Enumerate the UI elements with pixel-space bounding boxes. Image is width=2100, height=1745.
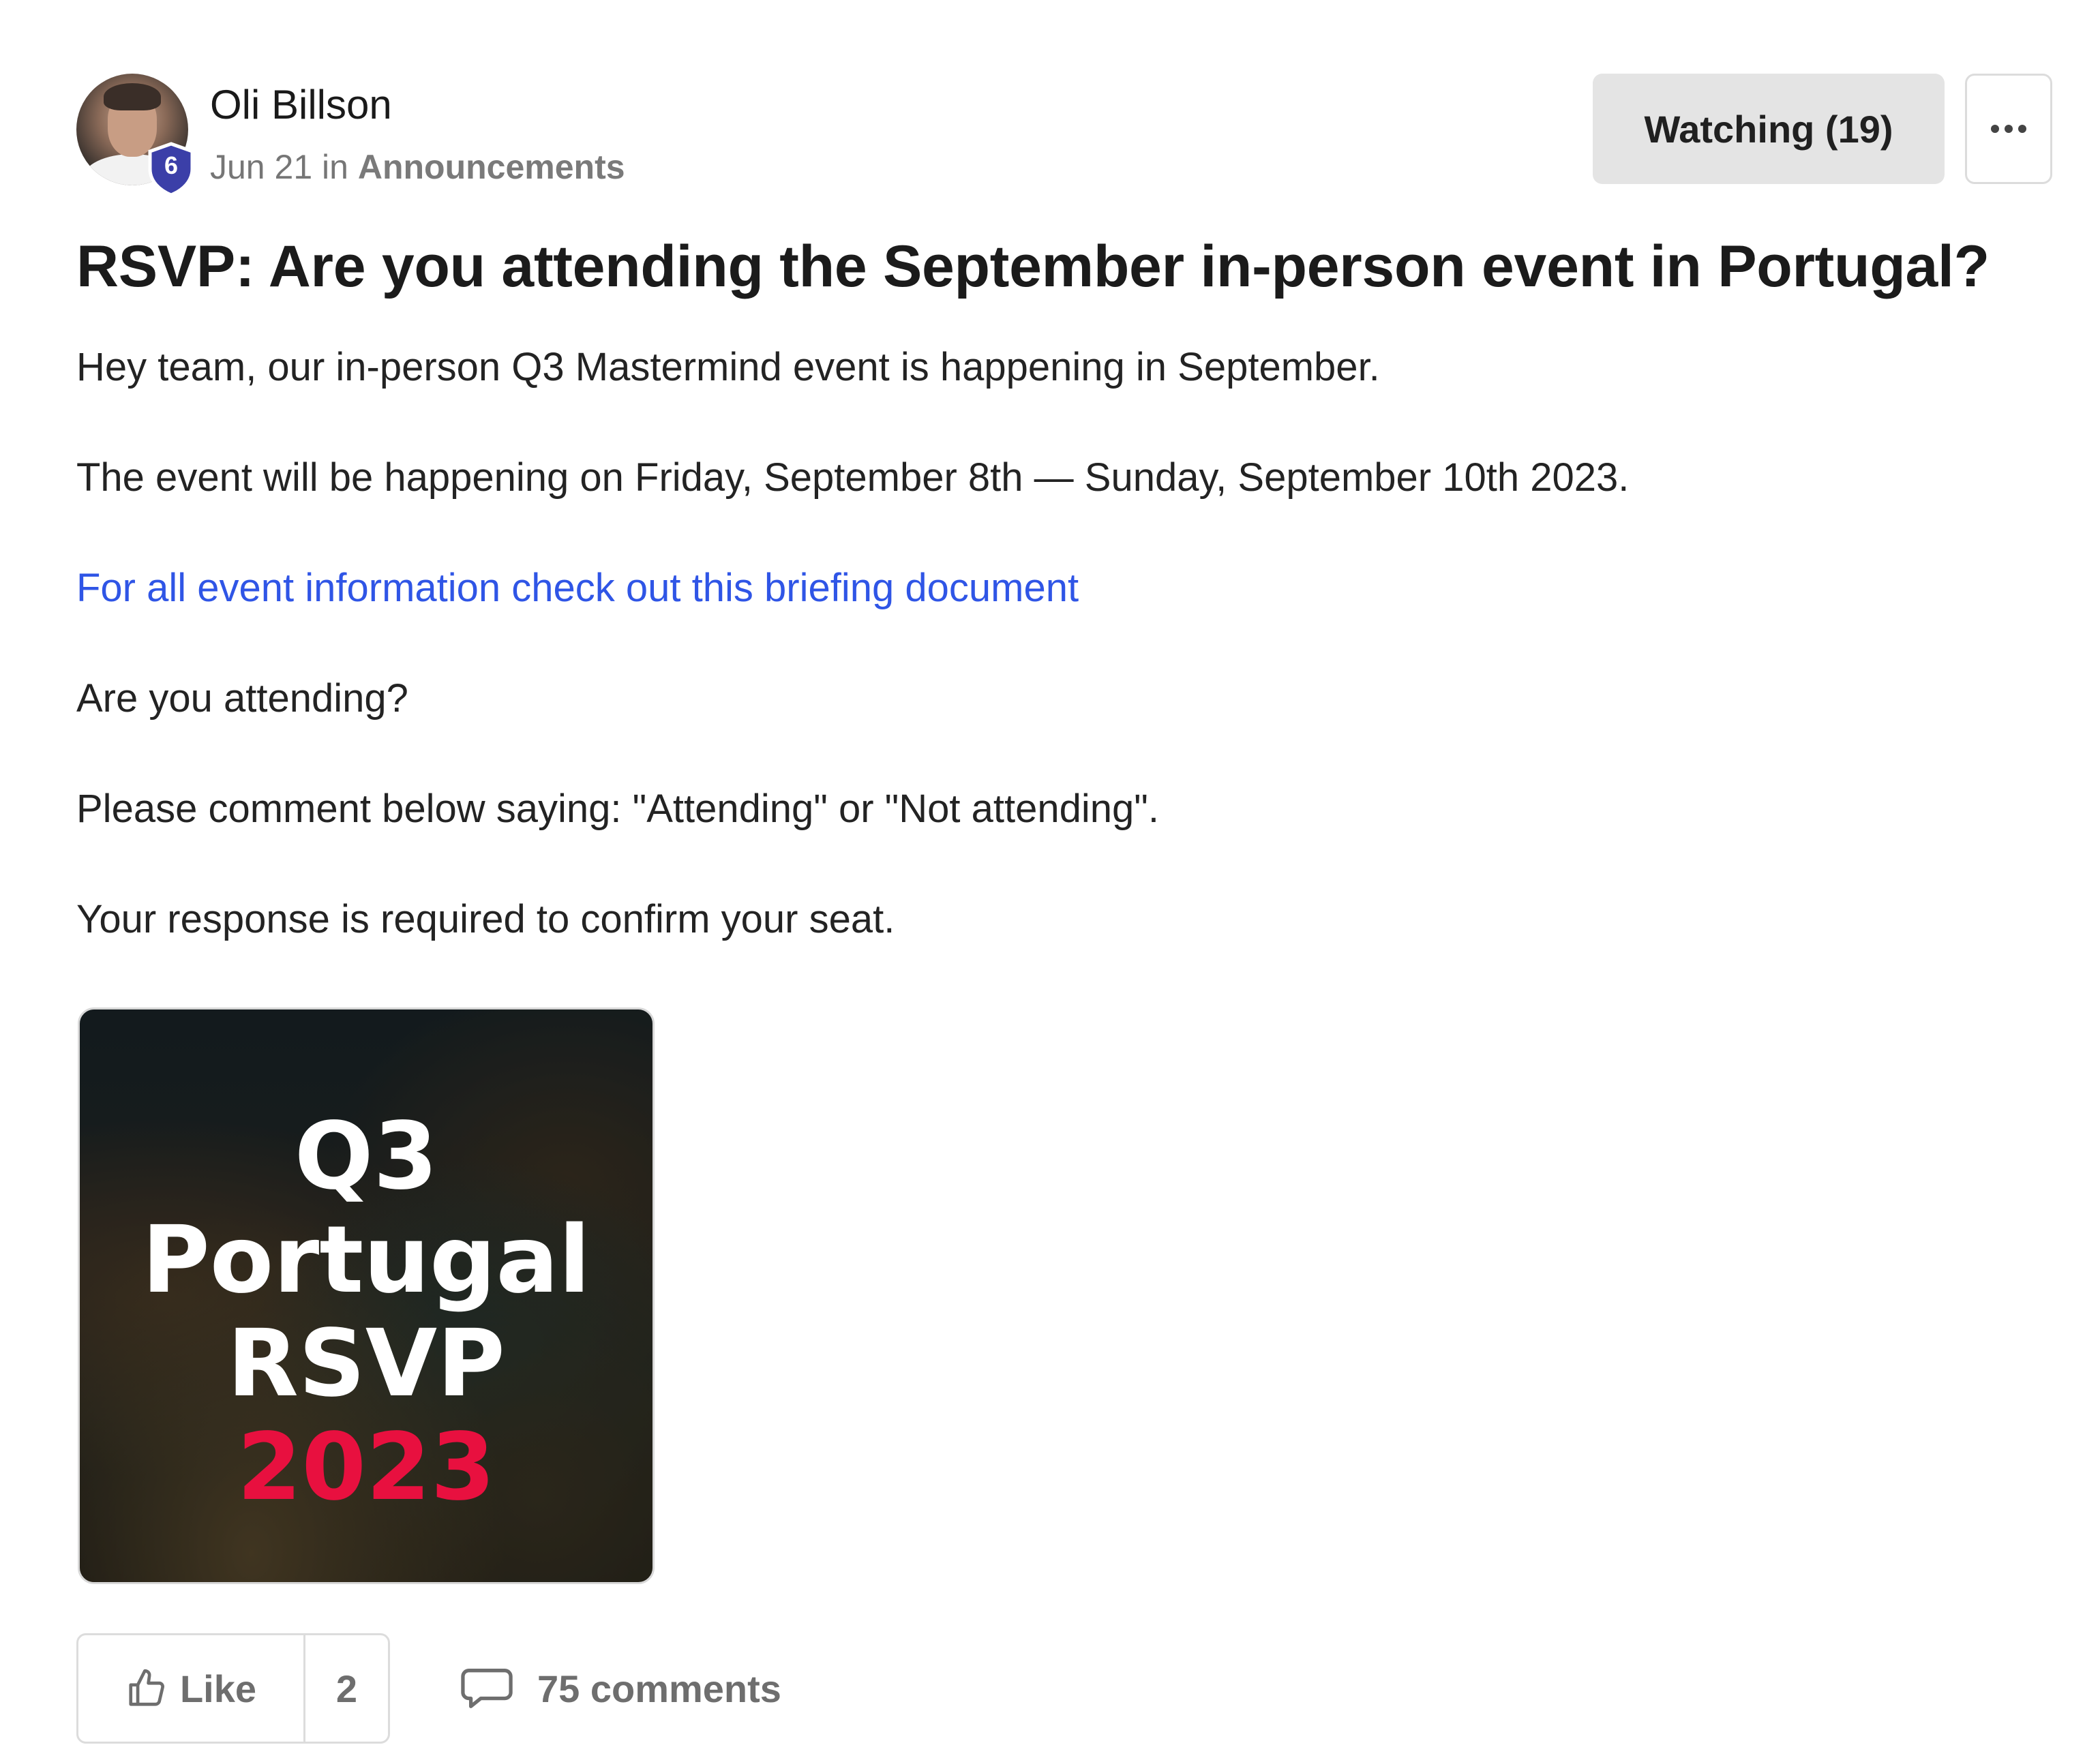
post-header: 6 Oli Billson Jun 21 in Announcements Wa… <box>76 74 2054 196</box>
post-body: Hey team, our in-person Q3 Mastermind ev… <box>76 348 1629 1010</box>
more-options-button[interactable] <box>1965 74 2052 184</box>
author-name[interactable]: Oli Billson <box>210 85 392 125</box>
comments-count: 75 comments <box>537 1667 781 1710</box>
like-button[interactable]: Like <box>78 1635 305 1742</box>
image-text-year: 2023 <box>237 1414 496 1521</box>
post-title: RSVP: Are you attending the September in… <box>76 234 1990 299</box>
body-link-paragraph: For all event information check out this… <box>76 568 1629 679</box>
image-text-rsvp: RSVP <box>227 1310 505 1418</box>
image-text-portugal: Portugal <box>142 1207 590 1314</box>
watching-button[interactable]: Watching (19) <box>1593 74 1945 184</box>
post-date: Jun 21 <box>210 148 313 186</box>
speech-bubble-icon <box>461 1669 513 1708</box>
body-paragraph: Are you attending? <box>76 676 408 720</box>
like-group: Like 2 <box>76 1633 390 1744</box>
body-paragraph: Hey team, our in-person Q3 Mastermind ev… <box>76 345 1380 389</box>
post-meta: Jun 21 in Announcements <box>210 150 625 184</box>
body-paragraph: Please comment below saying: "Attending"… <box>76 787 1160 831</box>
body-paragraph: Your response is required to confirm you… <box>76 897 895 941</box>
ellipsis-icon <box>1991 125 2026 133</box>
meta-in-word: in <box>322 148 348 186</box>
thumbs-up-icon <box>129 1669 164 1706</box>
level-number: 6 <box>164 151 179 179</box>
like-label: Like <box>179 1667 257 1710</box>
level-badge: 6 <box>147 142 195 196</box>
briefing-document-link[interactable]: For all event information check out this… <box>76 566 1079 610</box>
body-paragraph: The event will be happening on Friday, S… <box>76 455 1630 500</box>
avatar-hair <box>104 83 161 110</box>
event-image[interactable]: Q3 Portugal RSVP 2023 <box>78 1007 655 1584</box>
comments-link[interactable]: 75 comments <box>461 1633 781 1744</box>
image-text-q3: Q3 <box>294 1103 438 1211</box>
post-actions: Like 2 75 comments <box>76 1633 895 1744</box>
author-avatar[interactable]: 6 <box>76 74 194 196</box>
like-count[interactable]: 2 <box>305 1635 388 1742</box>
post-card: 6 Oli Billson Jun 21 in Announcements Wa… <box>76 74 2054 1744</box>
category-link[interactable]: Announcements <box>358 148 625 186</box>
